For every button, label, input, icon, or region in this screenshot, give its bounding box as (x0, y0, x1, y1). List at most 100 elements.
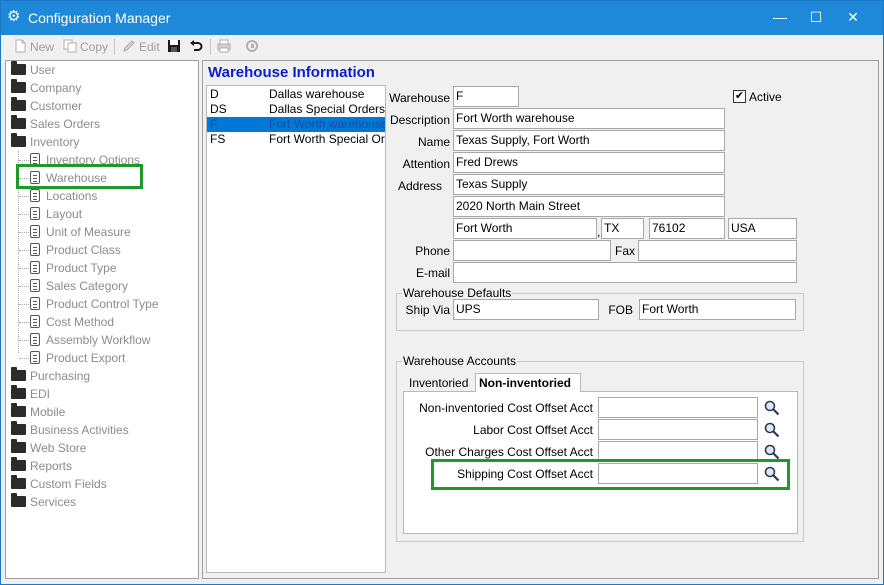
tree-item-label: Customer (30, 99, 83, 113)
fob-input[interactable]: Fort Worth (639, 299, 796, 320)
name-input[interactable]: Texas Supply, Fort Worth (453, 130, 725, 151)
tree-folder-mobile[interactable]: Mobile (11, 403, 65, 421)
tree-item-product-export[interactable]: Product Export (19, 349, 125, 367)
undo-icon (190, 40, 203, 51)
tree-item-label: Product Class (46, 243, 121, 257)
attention-input[interactable]: Fred Drews (453, 152, 725, 173)
search-icon[interactable] (763, 421, 781, 439)
folder-icon (11, 385, 26, 399)
tree-folder-web-store[interactable]: Web Store (11, 439, 86, 457)
phone-input[interactable] (453, 240, 611, 261)
refresh-button[interactable] (245, 38, 262, 56)
tree-connector (19, 322, 29, 323)
clipboard-list-icon (30, 279, 40, 292)
close-button[interactable]: ✕ (836, 1, 870, 35)
tree-item-product-control-type[interactable]: Product Control Type (19, 295, 159, 313)
gears-app-icon: ⚙ (7, 8, 21, 25)
tree-item-product-type[interactable]: Product Type (19, 259, 117, 277)
warehouse-list-row[interactable]: F Fort Worth warehouse (207, 117, 385, 132)
tree-connector (19, 232, 29, 233)
folder-icon (11, 475, 26, 489)
warehouse-list-row[interactable]: D Dallas warehouse (207, 87, 385, 102)
tab-inventoried[interactable]: Inventoried (409, 374, 468, 392)
address-line2-input[interactable]: 2020 North Main Street (453, 196, 725, 217)
tree-folder-inventory[interactable]: Inventory (11, 133, 79, 151)
tree-connector (19, 250, 29, 251)
warehouse-tree-highlight-box (16, 164, 143, 189)
folder-icon (11, 493, 26, 507)
active-label: Active (749, 90, 782, 104)
address-line1-input[interactable]: Texas Supply (453, 174, 725, 195)
labor-cost-offset-input[interactable] (598, 419, 758, 440)
folder-icon (11, 97, 26, 111)
tab-non-inventoried[interactable]: Non-inventoried (475, 373, 581, 392)
save-button[interactable] (167, 38, 184, 56)
tree-folder-edi[interactable]: EDI (11, 385, 50, 403)
tree-folder-purchasing[interactable]: Purchasing (11, 367, 90, 385)
city-input[interactable]: Fort Worth (453, 218, 597, 239)
warehouse-code-input[interactable]: F (453, 86, 519, 107)
tree-item-assembly-workflow[interactable]: Assembly Workflow (19, 331, 150, 349)
warehouse-list-row[interactable]: FS Fort Worth Special Orders (207, 132, 385, 147)
tree-folder-business-activities[interactable]: Business Activities (11, 421, 129, 439)
city-state-comma: , (597, 225, 601, 239)
maximize-button[interactable]: ☐ (799, 1, 833, 35)
fax-input[interactable] (638, 240, 797, 261)
tree-folder-company[interactable]: Company (11, 79, 81, 97)
tree-connector (19, 286, 29, 287)
warehouse-accounts-title: Warehouse Accounts (402, 354, 517, 368)
warehouse-information-panel: Warehouse Information D Dallas warehouse D… (202, 60, 879, 579)
zip-input[interactable]: 76102 (649, 218, 725, 239)
non-inventoried-cost-offset-input[interactable] (598, 397, 758, 418)
tree-folder-sales-orders[interactable]: Sales Orders (11, 115, 100, 133)
active-checkbox[interactable]: ✔ (733, 90, 746, 103)
warehouse-list[interactable]: D Dallas warehouse DS Dallas Special Orders… (206, 85, 386, 573)
tree-item-label: Services (30, 495, 77, 509)
tree-folder-customer[interactable]: Customer (11, 97, 82, 115)
edit-button[interactable]: Edit (122, 38, 160, 56)
copy-button[interactable]: Copy (63, 38, 108, 56)
tree-item-label: Custom Fields (30, 477, 107, 491)
ship-via-input[interactable]: UPS (453, 299, 599, 320)
tree-connector (19, 268, 29, 269)
printer-icon (217, 39, 231, 53)
minimize-button[interactable]: — (763, 1, 797, 35)
warehouse-list-row[interactable]: DS Dallas Special Orders (207, 102, 385, 117)
search-icon[interactable] (763, 399, 781, 417)
folder-icon (11, 421, 26, 435)
undo-button[interactable] (189, 38, 206, 56)
tree-item-label: Web Store (30, 441, 87, 455)
tree-item-label: Business Activities (30, 423, 129, 437)
pencil-icon (123, 40, 135, 52)
address-label: Address (397, 179, 442, 193)
tree-folder-user[interactable]: User (11, 61, 55, 79)
tree-item-label: Company (30, 81, 82, 95)
folder-icon (11, 79, 26, 93)
description-label: Description (389, 113, 450, 127)
tree-item-locations[interactable]: Locations (19, 187, 97, 205)
tree-folder-custom-fields[interactable]: Custom Fields (11, 475, 107, 493)
tree-item-product-class[interactable]: Product Class (19, 241, 121, 259)
tree-item-layout[interactable]: Layout (19, 205, 82, 223)
warehouse-code-cell: F (210, 117, 218, 131)
tree-folder-services[interactable]: Services (11, 493, 76, 511)
tree-item-cost-method[interactable]: Cost Method (19, 313, 114, 331)
tree-item-label: Reports (30, 459, 73, 473)
navigation-tree[interactable]: User Company Customer Sales Orders Inventory… (5, 60, 199, 579)
new-button[interactable]: New (13, 38, 54, 56)
tree-item-sales-category[interactable]: Sales Category (19, 277, 128, 295)
folder-icon (11, 439, 26, 453)
print-button[interactable] (217, 38, 234, 56)
folder-icon (11, 403, 26, 417)
country-input[interactable]: USA (728, 218, 797, 239)
tree-item-unit-of-measure[interactable]: Unit of Measure (19, 223, 131, 241)
tree-item-label: EDI (30, 387, 51, 401)
title-bar[interactable]: ⚙ Configuration Manager — ☐ ✕ (1, 1, 883, 35)
email-input[interactable] (453, 262, 797, 283)
description-input[interactable]: Fort Worth warehouse (453, 108, 725, 129)
state-input[interactable]: TX (601, 218, 644, 239)
fax-label: Fax (615, 244, 636, 258)
folder-icon (11, 61, 26, 75)
tree-connector (19, 358, 29, 359)
tree-folder-reports[interactable]: Reports (11, 457, 72, 475)
